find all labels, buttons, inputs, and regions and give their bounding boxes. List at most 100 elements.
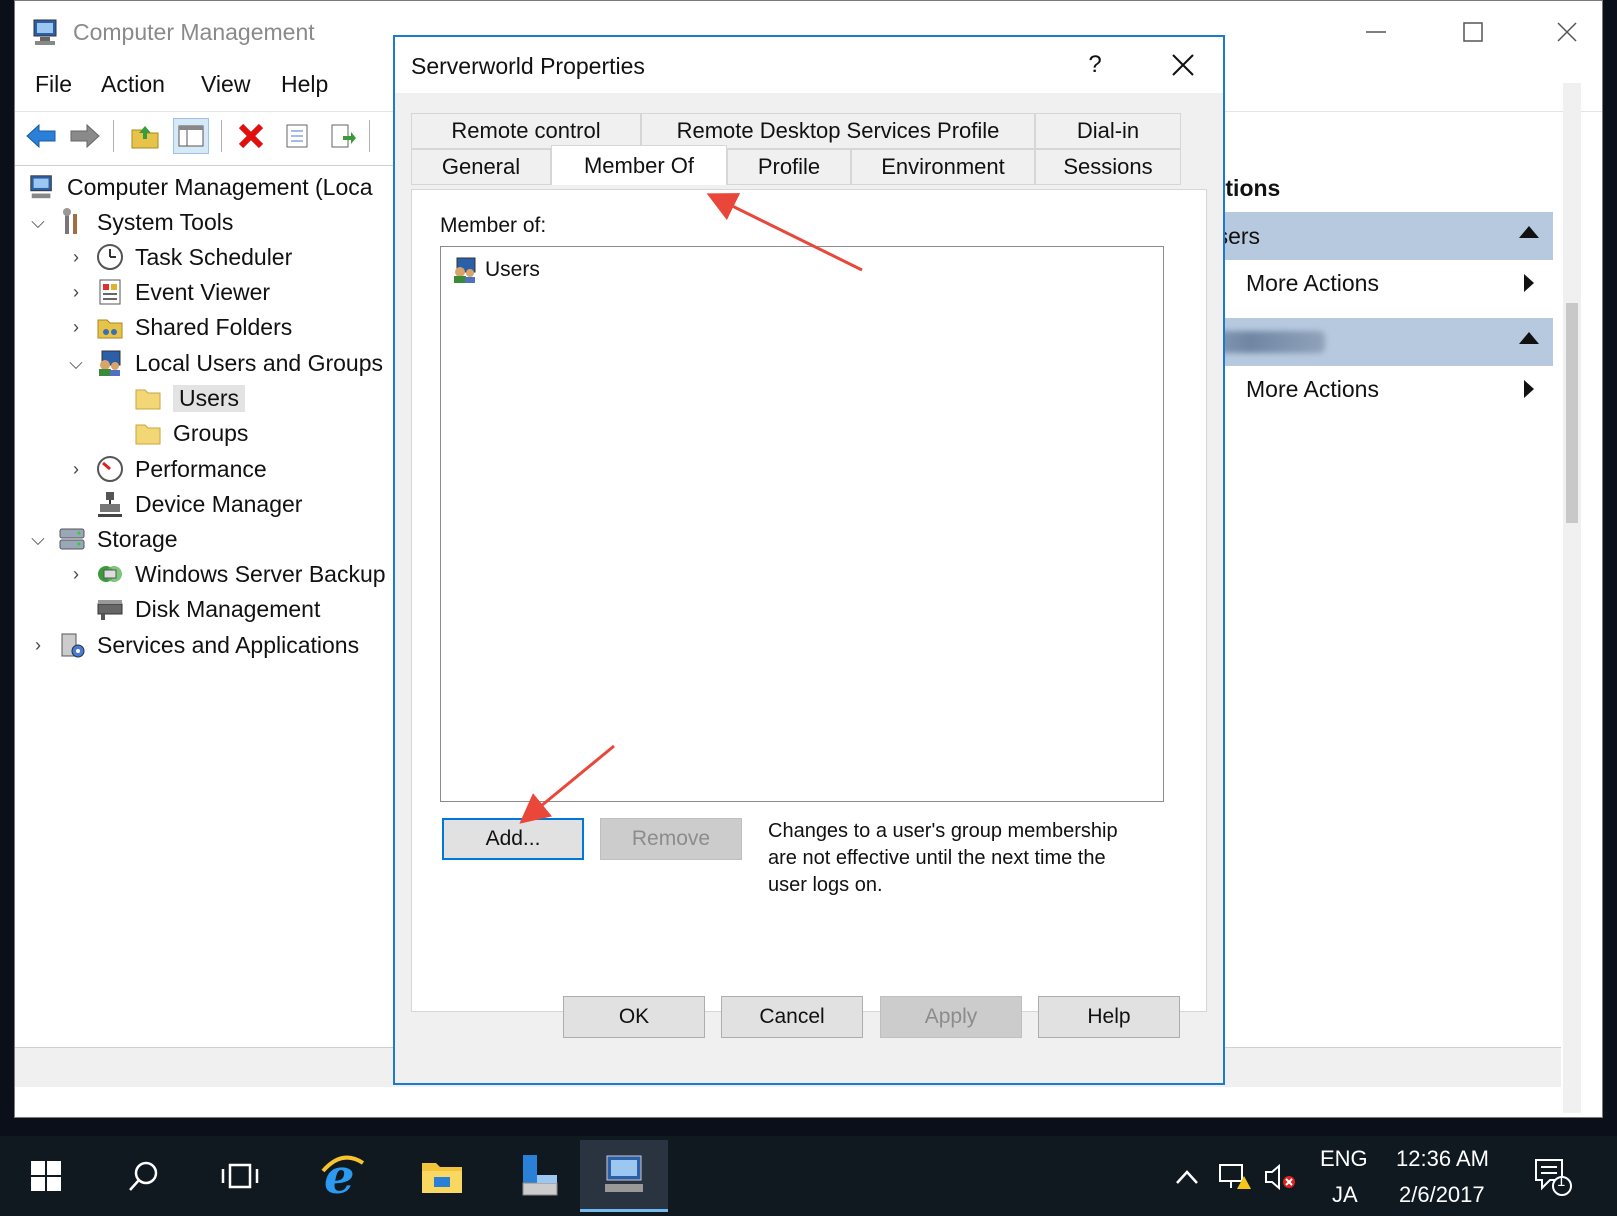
- input-language[interactable]: ENG: [1320, 1146, 1368, 1172]
- menu-file[interactable]: File: [35, 71, 72, 98]
- chevron-down-icon[interactable]: ⌵: [65, 353, 87, 374]
- dialog-close-button[interactable]: [1163, 45, 1203, 85]
- tree-label: Computer Management (Loca: [67, 173, 373, 200]
- action-label: More Actions: [1246, 375, 1379, 402]
- menu-view[interactable]: View: [201, 71, 250, 98]
- actions-section-selected-user[interactable]: [1188, 318, 1553, 366]
- users-group-icon: [95, 348, 125, 378]
- tree-node-disk-management[interactable]: Disk Management: [95, 592, 320, 626]
- vertical-scrollbar[interactable]: [1563, 83, 1581, 1113]
- show-hide-console-tree-icon[interactable]: [173, 118, 209, 154]
- dialog-title-bar[interactable]: Serverworld Properties ?: [395, 37, 1223, 93]
- chevron-down-icon[interactable]: ⌵: [27, 212, 49, 233]
- member-of-label: Member of:: [440, 214, 547, 237]
- toolbar-separator: [369, 120, 370, 152]
- more-actions-selected-user[interactable]: More Actions: [1246, 371, 1546, 407]
- close-button[interactable]: [1545, 13, 1589, 51]
- tree-node-event-viewer[interactable]: › Event Viewer: [65, 275, 270, 309]
- chevron-right-icon[interactable]: ›: [65, 459, 87, 480]
- list-item[interactable]: Users: [451, 255, 540, 285]
- membership-note: Changes to a user's group membership are…: [768, 820, 1118, 896]
- tree-node-device-manager[interactable]: Device Manager: [95, 487, 302, 521]
- menu-help[interactable]: Help: [281, 71, 328, 98]
- member-of-list[interactable]: Users: [440, 246, 1164, 802]
- chevron-right-icon[interactable]: ›: [65, 247, 87, 268]
- back-icon[interactable]: [23, 118, 59, 154]
- tree-node-task-scheduler[interactable]: › Task Scheduler: [65, 240, 292, 274]
- tree-node-groups[interactable]: Groups: [133, 416, 248, 450]
- up-folder-icon[interactable]: [127, 118, 163, 154]
- computer-management-icon: [605, 1155, 643, 1192]
- tab-remote-control[interactable]: Remote control: [411, 113, 641, 149]
- task-view-icon: [221, 1163, 259, 1189]
- server-manager-button[interactable]: [500, 1140, 580, 1212]
- collapse-up-icon[interactable]: [1519, 226, 1539, 238]
- clock-date[interactable]: 2/6/2017: [1399, 1182, 1485, 1208]
- tree-node-windows-server-backup[interactable]: › Windows Server Backup: [65, 557, 386, 591]
- computer-management-icon: [31, 17, 61, 47]
- task-view-button[interactable]: [200, 1140, 280, 1212]
- tree-label: System Tools: [97, 208, 234, 235]
- tree-node-performance[interactable]: › Performance: [65, 452, 267, 486]
- input-method[interactable]: JA: [1332, 1182, 1358, 1208]
- tree-node-services-applications[interactable]: › Services and Applications: [27, 628, 359, 662]
- apply-button[interactable]: Apply: [880, 996, 1022, 1038]
- tab-environment[interactable]: Environment: [851, 149, 1035, 185]
- chevron-down-icon[interactable]: ⌵: [27, 529, 49, 550]
- computer-management-taskbar-button[interactable]: [580, 1140, 668, 1212]
- clock-time[interactable]: 12:36 AM: [1396, 1146, 1489, 1172]
- tree-label: Disk Management: [135, 595, 321, 622]
- backup-icon: [95, 559, 125, 589]
- delete-icon[interactable]: [233, 118, 269, 154]
- add-button[interactable]: Add...: [442, 818, 584, 860]
- volume-muted-icon[interactable]: [1264, 1160, 1298, 1194]
- ok-button[interactable]: OK: [563, 996, 705, 1038]
- search-button[interactable]: [104, 1140, 184, 1212]
- folder-icon: [133, 383, 163, 413]
- tab-remote-desktop-services-profile[interactable]: Remote Desktop Services Profile: [641, 113, 1035, 149]
- tab-general[interactable]: General: [411, 149, 551, 185]
- tree-label: Shared Folders: [135, 313, 293, 340]
- menu-action[interactable]: Action: [101, 71, 165, 98]
- tree-label: Local Users and Groups: [135, 349, 384, 376]
- remove-button[interactable]: Remove: [600, 818, 742, 860]
- internet-explorer-button[interactable]: e: [302, 1140, 382, 1212]
- tab-member-of[interactable]: Member Of: [551, 145, 727, 185]
- tree-node-users[interactable]: Users: [133, 381, 246, 415]
- tab-sessions[interactable]: Sessions: [1035, 149, 1181, 185]
- chevron-right-icon[interactable]: ›: [65, 282, 87, 303]
- tab-profile[interactable]: Profile: [727, 149, 851, 185]
- network-icon[interactable]: [1218, 1160, 1252, 1194]
- computer-management-icon: [27, 172, 57, 202]
- tree-node-computer-management[interactable]: Computer Management (Loca: [27, 170, 373, 204]
- more-actions-users[interactable]: More Actions: [1246, 265, 1546, 301]
- minimize-button[interactable]: [1354, 13, 1398, 51]
- maximize-button[interactable]: [1451, 13, 1495, 51]
- show-hidden-icons-chevron-up-icon[interactable]: [1170, 1160, 1204, 1194]
- cancel-button[interactable]: Cancel: [721, 996, 863, 1038]
- tree-node-system-tools[interactable]: ⌵ System Tools: [27, 205, 233, 239]
- start-button[interactable]: [6, 1140, 86, 1212]
- file-explorer-button[interactable]: [402, 1140, 482, 1212]
- export-list-icon[interactable]: [325, 118, 361, 154]
- close-icon: [1172, 54, 1194, 76]
- tree-node-shared-folders[interactable]: › Shared Folders: [65, 310, 292, 344]
- shared-folder-icon: [95, 312, 125, 342]
- scrollbar-thumb[interactable]: [1566, 303, 1578, 523]
- chevron-right-icon[interactable]: ›: [65, 317, 87, 338]
- actions-pane: Actions Users More Actions More Actions: [1187, 165, 1553, 1035]
- forward-icon[interactable]: [67, 118, 103, 154]
- help-button[interactable]: ?: [1077, 47, 1113, 83]
- tab-dial-in[interactable]: Dial-in: [1035, 113, 1181, 149]
- properties-icon[interactable]: [279, 118, 315, 154]
- dialog-help-button[interactable]: Help: [1038, 996, 1180, 1038]
- chevron-right-icon[interactable]: ›: [27, 635, 49, 656]
- collapse-up-icon[interactable]: [1519, 332, 1539, 344]
- chevron-right-icon[interactable]: ›: [65, 564, 87, 585]
- action-center-button[interactable]: 1: [1530, 1154, 1574, 1198]
- actions-section-users[interactable]: Users: [1188, 212, 1553, 260]
- taskbar: e ENG JA 12:36 AM 2/6/2017 1: [0, 1136, 1617, 1216]
- folder-icon: [133, 418, 163, 448]
- tree-node-local-users-groups[interactable]: ⌵ Local Users and Groups: [65, 346, 383, 380]
- tree-node-storage[interactable]: ⌵ Storage: [27, 522, 177, 556]
